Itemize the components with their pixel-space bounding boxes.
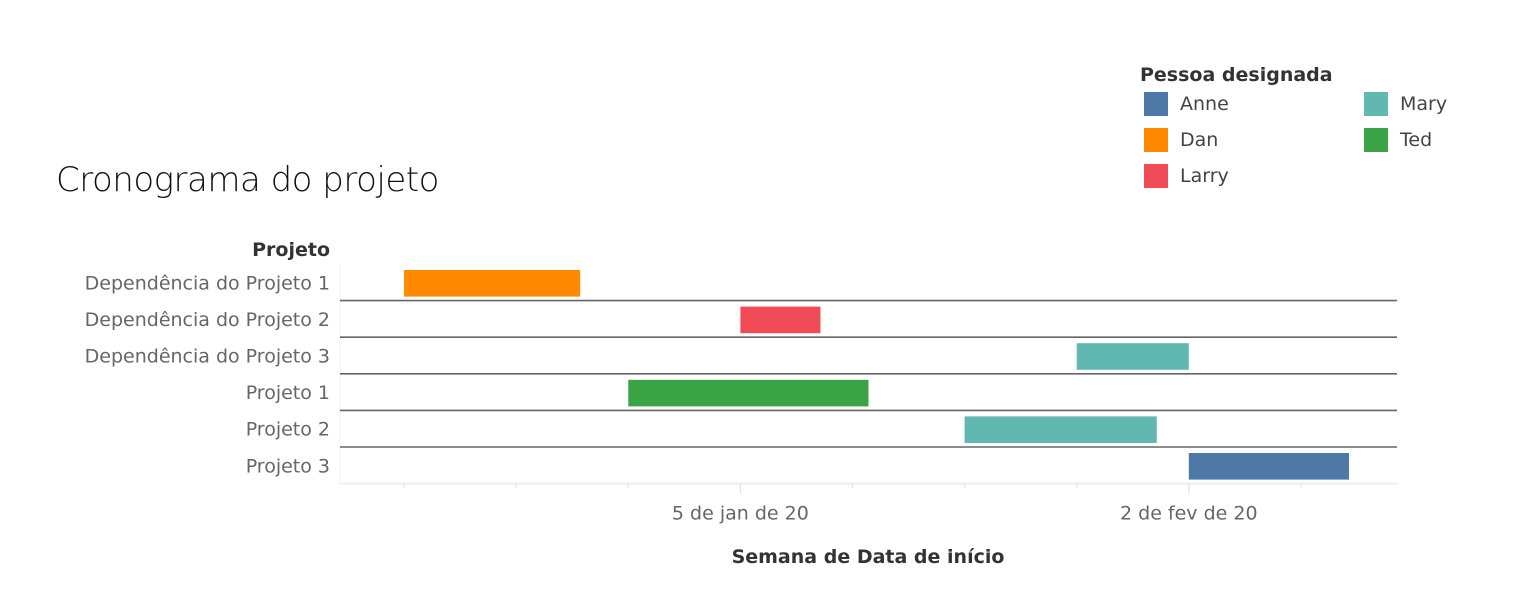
gantt-bar[interactable] <box>964 416 1157 443</box>
x-tick-label: 5 de jan de 20 <box>672 503 809 525</box>
row-label: Projeto 2 <box>246 419 330 441</box>
x-tick-label: 2 de fev de 20 <box>1120 503 1258 525</box>
gantt-chart: Projeto Semana de Data de início Dependê… <box>85 239 1397 568</box>
gantt-bar[interactable] <box>740 306 821 334</box>
gantt-bar[interactable] <box>1188 453 1349 480</box>
row-label: Projeto 1 <box>246 382 330 404</box>
row-label: Projeto 3 <box>246 455 330 477</box>
row-label: Dependência do Projeto 2 <box>85 309 330 331</box>
gantt-bar[interactable] <box>1076 343 1189 370</box>
y-axis-title: Projeto <box>252 239 330 261</box>
x-axis-title: Semana de Data de início <box>732 546 1005 568</box>
row-label: Dependência do Projeto 1 <box>85 272 330 294</box>
gantt-bar[interactable] <box>628 379 869 407</box>
gantt-bar[interactable] <box>404 270 581 297</box>
row-label: Dependência do Projeto 3 <box>85 346 330 368</box>
